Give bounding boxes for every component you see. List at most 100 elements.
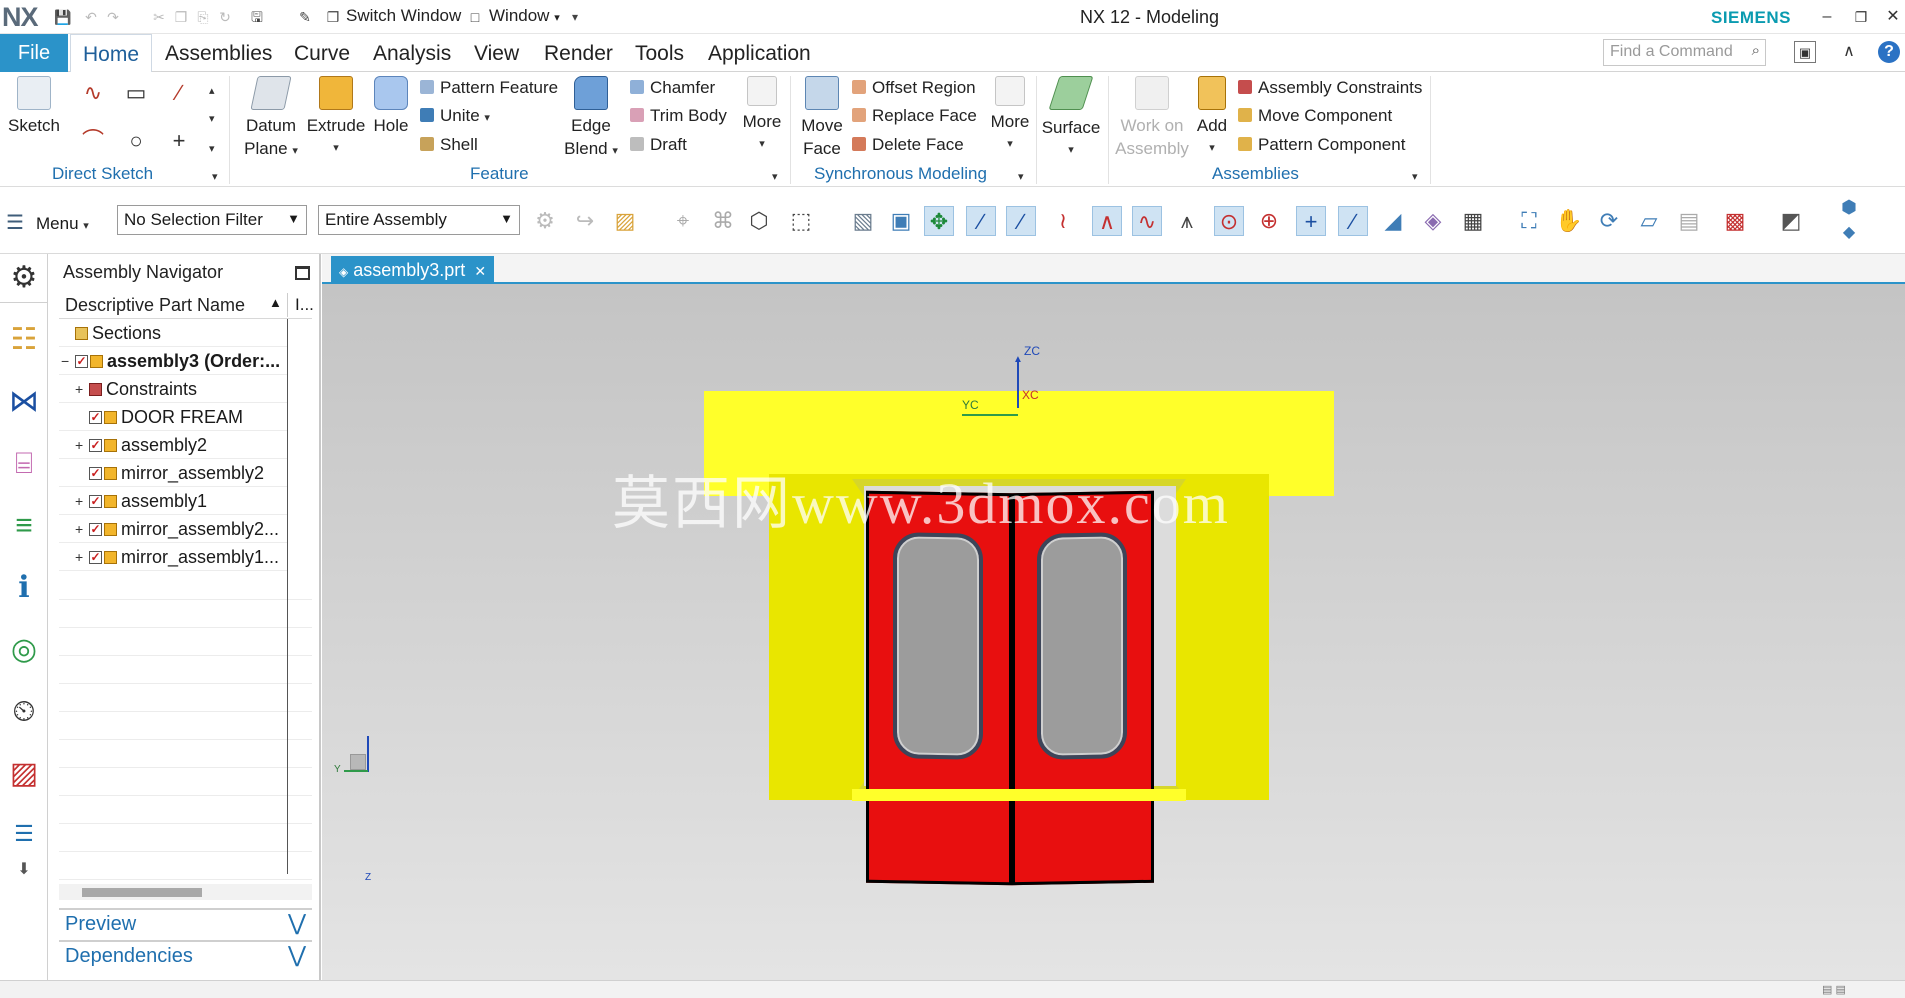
expand-icon[interactable]: +: [75, 543, 83, 570]
tab-curve[interactable]: Curve: [294, 34, 350, 72]
section-view-icon[interactable]: ◆: [1834, 218, 1864, 248]
tree-row[interactable]: + Constraints: [59, 375, 287, 403]
shell-button[interactable]: Shell: [420, 135, 478, 155]
tab-view[interactable]: View: [474, 34, 519, 72]
switch-window-button[interactable]: Switch Window: [346, 6, 461, 26]
collapse-ribbon-icon[interactable]: ∧: [1838, 41, 1860, 63]
snap-on-curve-icon[interactable]: ∕: [1338, 206, 1368, 236]
group-dropdown-icon[interactable]: ▾: [772, 170, 778, 183]
save-icon[interactable]: 💾: [54, 8, 72, 26]
window-menu[interactable]: Window ▾: [489, 6, 560, 26]
cut-icon[interactable]: ✂: [150, 8, 168, 26]
copy-icon[interactable]: ❐: [172, 8, 190, 26]
add-component-button[interactable]: Add ▾: [1192, 76, 1232, 160]
visibility-checkbox[interactable]: ✓: [89, 495, 102, 508]
gallery-more-icon[interactable]: ▾: [209, 142, 215, 155]
close-tab-icon[interactable]: ✕: [474, 263, 486, 279]
redo-icon[interactable]: ↷: [104, 8, 122, 26]
line-icon[interactable]: ∕: [164, 78, 194, 108]
expand-icon[interactable]: +: [75, 487, 83, 514]
customize-dropdown-icon[interactable]: ▾: [566, 8, 584, 26]
menu-button[interactable]: ☰ Menu ▾: [6, 210, 89, 235]
dependencies-section[interactable]: Dependencies ⋁: [59, 940, 312, 970]
snap-tangent-icon[interactable]: ⩚: [1172, 206, 1202, 236]
face-icon[interactable]: ▣: [886, 206, 916, 236]
feature-more-button[interactable]: More ▾: [738, 76, 786, 156]
graphics-viewport[interactable]: 莫西网www.3dmox.com ▲ ZC YC XC Z Y: [322, 284, 1905, 980]
circle-icon[interactable]: ○: [121, 126, 151, 156]
tab-assembly3-prt[interactable]: ◈ assembly3.prt ✕: [331, 256, 495, 284]
group-dropdown-icon[interactable]: ▾: [1412, 170, 1418, 183]
history-clock-icon[interactable]: ⏲: [5, 692, 43, 732]
tree-row[interactable]: + ✓ mirror_assembly2...: [59, 515, 287, 543]
find-command-input[interactable]: Find a Command ⌕: [1603, 39, 1766, 66]
rectangle-select-icon[interactable]: ⬚: [786, 206, 816, 236]
undo-icon[interactable]: ↶: [82, 8, 100, 26]
unite-button[interactable]: Unite ▾: [420, 106, 490, 126]
snap-midpoint-icon[interactable]: ∕: [1006, 206, 1036, 236]
restore-button[interactable]: ❐: [1850, 6, 1872, 28]
settings-gear-icon[interactable]: ⚙: [5, 258, 43, 298]
window-icon[interactable]: □: [466, 8, 484, 26]
trim-body-button[interactable]: Trim Body: [630, 106, 727, 126]
visibility-checkbox[interactable]: ✓: [89, 523, 102, 536]
move-component-button[interactable]: Move Component: [1238, 106, 1392, 126]
help-icon[interactable]: ?: [1878, 41, 1900, 63]
visibility-checkbox[interactable]: ✓: [89, 467, 102, 480]
snap-on-face-icon[interactable]: ◢: [1378, 206, 1408, 236]
tree-row[interactable]: + ✓ assembly1: [59, 487, 287, 515]
snap-curve-icon[interactable]: ≀: [1048, 206, 1078, 236]
expand-icon[interactable]: +: [75, 515, 83, 542]
tree-row[interactable]: Sections: [59, 319, 287, 347]
snap-line-icon[interactable]: ∕: [966, 206, 996, 236]
tree-row[interactable]: ✓ DOOR FREAM: [59, 403, 287, 431]
replace-face-button[interactable]: Replace Face: [852, 106, 977, 126]
expand-icon[interactable]: +: [75, 431, 83, 458]
extrude-button[interactable]: Extrude ▾: [305, 76, 367, 160]
expand-icon[interactable]: +: [75, 375, 83, 402]
draft-button[interactable]: Draft: [630, 135, 687, 155]
fit-view-icon[interactable]: ⛶: [1514, 206, 1544, 236]
snap-intersection-icon[interactable]: +: [1296, 206, 1326, 236]
tab-render[interactable]: Render: [544, 34, 613, 72]
edge-blend-button[interactable]: Edge Blend ▾: [560, 76, 622, 163]
datum-plane-button[interactable]: Datum Plane ▾: [240, 76, 302, 163]
offset-region-button[interactable]: Offset Region: [852, 78, 976, 98]
select-curves-icon[interactable]: ↪: [570, 206, 600, 236]
point-icon[interactable]: +: [164, 126, 194, 156]
snap-bounded-icon[interactable]: ◈: [1418, 206, 1448, 236]
visualization-palette-icon[interactable]: ▨: [5, 754, 43, 794]
snap-center-icon[interactable]: ⊙: [1214, 206, 1244, 236]
gallery-up-icon[interactable]: ▴: [209, 84, 215, 97]
reuse-library-icon[interactable]: ≡: [5, 506, 43, 546]
orient-view-icon[interactable]: ▩: [1720, 206, 1750, 236]
tab-assemblies[interactable]: Assemblies: [165, 34, 272, 72]
delete-face-button[interactable]: Delete Face: [852, 135, 964, 155]
assembly-constraints-button[interactable]: Assembly Constraints: [1238, 78, 1422, 98]
visibility-checkbox[interactable]: ✓: [89, 411, 102, 424]
group-dropdown-icon[interactable]: ▾: [1018, 170, 1024, 183]
cube-select-icon[interactable]: ⬡: [744, 206, 774, 236]
scroll-down-icon[interactable]: ⬇: [5, 850, 43, 890]
solid-body-icon[interactable]: ▧: [848, 206, 878, 236]
pattern-feature-button[interactable]: Pattern Feature: [420, 78, 558, 98]
tree-row[interactable]: ✓ mirror_assembly2: [59, 459, 287, 487]
constraint-navigator-icon[interactable]: ⋈: [5, 382, 43, 422]
web-browser-icon[interactable]: ◎: [5, 630, 43, 670]
selection-scope-select[interactable]: Entire Assembly ▼: [318, 205, 520, 235]
selection-filter-select[interactable]: No Selection Filter ▼: [117, 205, 307, 235]
column-descriptive-part-name[interactable]: Descriptive Part Name: [65, 295, 245, 316]
tab-file[interactable]: File: [0, 34, 68, 72]
switch-window-icon[interactable]: ❐: [324, 8, 342, 26]
sketch-button[interactable]: Sketch: [6, 76, 62, 137]
snap-quadrant-icon[interactable]: ⊕: [1254, 206, 1284, 236]
scrollbar-thumb[interactable]: [82, 888, 202, 897]
tab-application[interactable]: Application: [708, 34, 811, 72]
sync-more-button[interactable]: More ▾: [986, 76, 1034, 156]
maximize-icon[interactable]: [295, 266, 310, 280]
pattern-component-button[interactable]: Pattern Component: [1238, 135, 1405, 155]
type-filter-icon[interactable]: ▨: [610, 206, 640, 236]
collapse-icon[interactable]: −: [61, 347, 69, 374]
minimize-button[interactable]: –: [1816, 6, 1838, 28]
part-navigator-icon[interactable]: ⌸: [5, 444, 43, 484]
